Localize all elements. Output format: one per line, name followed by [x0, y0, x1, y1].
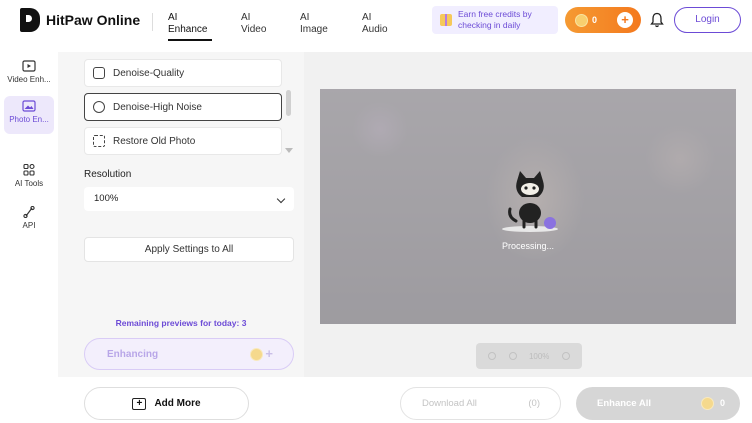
logo[interactable]: HitPaw Online — [20, 8, 140, 32]
zoom-in-icon[interactable] — [508, 352, 517, 360]
rail-item-label: Video Enh... — [7, 75, 51, 84]
add-more-label: Add More — [154, 398, 201, 409]
tab-label-line2: Enhance — [168, 24, 208, 35]
tab-ai-enhance[interactable]: AI Enhance — [168, 12, 213, 41]
download-all-label: Download All — [422, 398, 477, 409]
option-label: Restore Old Photo — [113, 135, 196, 147]
ai-tools-icon — [23, 164, 35, 176]
tab-label-line1: AI — [362, 12, 372, 23]
zoom-out-icon[interactable] — [488, 352, 497, 360]
enhance-all-label: Enhance All — [597, 398, 652, 409]
option-denoise-quality[interactable]: Denoise-Quality — [84, 59, 282, 87]
tab-ai-audio[interactable]: AI Audio — [362, 12, 388, 36]
resolution-value: 100% — [94, 193, 119, 204]
notification-bell-icon[interactable] — [650, 12, 664, 28]
rail-item-api[interactable]: API — [4, 202, 54, 240]
apply-settings-to-all-button[interactable]: Apply Settings to All — [84, 237, 294, 262]
tab-label-line1: AI — [300, 12, 310, 23]
option-label: Denoise-High Noise — [113, 101, 202, 113]
bottom-bar: + Add More Download All (0) Enhance All … — [0, 377, 752, 423]
scroll-down-arrow-icon[interactable] — [285, 148, 293, 153]
api-icon — [23, 206, 35, 218]
add-folder-icon: + — [132, 397, 147, 410]
rail-item-label: Photo En... — [9, 115, 49, 124]
tab-label-line2: Audio — [362, 24, 388, 35]
enhancing-label: Enhancing — [107, 348, 159, 360]
rail-item-video-enhance[interactable]: Video Enh... — [4, 56, 54, 94]
tab-label-line1: AI — [168, 12, 178, 23]
rail-item-ai-tools[interactable]: AI Tools — [4, 160, 54, 198]
video-enhance-icon — [22, 60, 36, 72]
tab-ai-video[interactable]: AI Video — [241, 12, 266, 36]
resolution-select[interactable]: 100% — [84, 187, 294, 211]
chevron-down-icon — [276, 194, 286, 204]
plus-icon: + — [265, 346, 273, 361]
settings-panel: Denoise-Quality Denoise-High Noise Resto… — [58, 52, 304, 377]
option-restore-old-photo[interactable]: Restore Old Photo — [84, 127, 282, 155]
download-all-button[interactable]: Download All (0) — [400, 387, 561, 420]
processing-text: Processing... — [501, 241, 555, 251]
image-preview: Processing... — [320, 89, 736, 324]
hitpaw-logo-icon — [20, 8, 40, 32]
top-bar: HitPaw Online AI Enhance AI Video AI Ima… — [0, 0, 752, 44]
credit-banner-line1: Earn free credits by — [458, 9, 532, 19]
tab-label-line1: AI — [241, 12, 251, 23]
app-name: HitPaw Online — [46, 12, 141, 28]
login-button[interactable]: Login — [674, 7, 741, 33]
credit-count: 0 — [592, 15, 598, 25]
enhance-all-button[interactable]: Enhance All 0 — [576, 387, 740, 420]
remaining-previews-text: Remaining previews for today: 3 — [115, 318, 247, 328]
enhance-cost: 0 — [719, 398, 725, 408]
loading-cat-icon — [502, 171, 558, 232]
rail-item-photo-enhance[interactable]: Photo En... — [4, 96, 54, 134]
daily-credit-banner[interactable]: Earn free credits by checking in daily — [432, 6, 558, 34]
download-count: (0) — [528, 398, 540, 409]
tab-label-line2: Image — [300, 24, 328, 35]
add-credits-button[interactable]: + — [617, 12, 633, 28]
credits-pill[interactable]: 0 + — [565, 7, 641, 33]
option-denoise-high-noise[interactable]: Denoise-High Noise — [84, 93, 282, 121]
fit-screen-icon[interactable] — [561, 352, 570, 360]
zoom-level: 100% — [528, 351, 550, 361]
enhancing-button[interactable]: Enhancing + — [84, 338, 294, 370]
credit-banner-line2: checking in daily — [458, 20, 521, 30]
add-more-button[interactable]: + Add More — [84, 387, 249, 420]
credit-banner-text: Earn free credits by checking in daily — [458, 9, 532, 31]
denoise-high-noise-icon — [93, 101, 105, 113]
resolution-label: Resolution — [84, 169, 132, 180]
left-rail: Video Enh... Photo En... AI Tools API — [0, 52, 58, 423]
denoise-quality-icon — [93, 67, 105, 79]
photo-enhance-icon — [22, 100, 36, 112]
coin-icon — [701, 397, 714, 410]
restore-photo-icon — [93, 135, 105, 147]
gift-icon — [440, 14, 452, 26]
rail-item-label: API — [22, 221, 36, 230]
zoom-controls: 100% — [476, 343, 582, 369]
tab-ai-image[interactable]: AI Image — [300, 12, 328, 36]
divider — [152, 13, 153, 31]
options-scrollbar-thumb[interactable] — [286, 90, 291, 116]
tab-label-line2: Video — [241, 24, 267, 35]
option-label: Denoise-Quality — [113, 67, 185, 79]
coin-icon — [575, 13, 588, 27]
coin-icon — [250, 348, 263, 361]
rail-item-label: AI Tools — [14, 179, 44, 188]
